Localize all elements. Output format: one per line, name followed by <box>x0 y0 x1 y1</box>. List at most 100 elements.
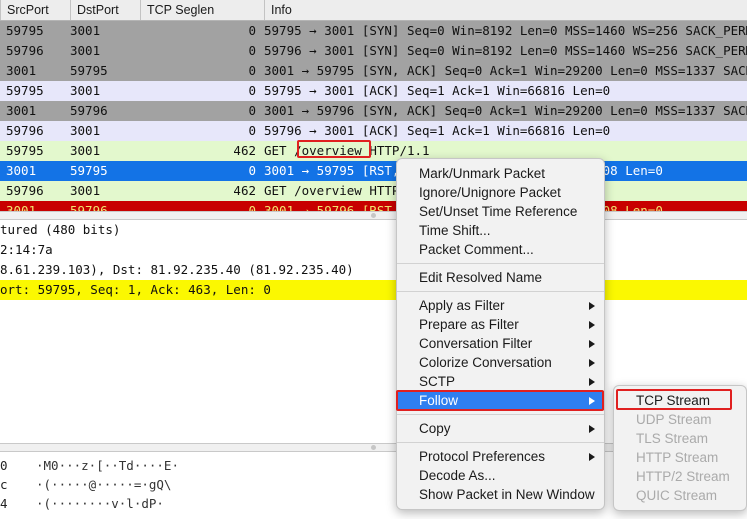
packet-cell-seglen: 0 <box>248 23 256 38</box>
packet-row[interactable]: 3001 59796 0 3001 → 59796 [SYN, ACK] Seq=0 … <box>0 101 747 121</box>
packet-cell-info: 3001 → 59795 [SYN, ACK] Seq=0 Ack=1 Win=… <box>264 63 747 78</box>
menu-item-label: Show Packet in New Window <box>419 487 595 502</box>
menu-item-label: SCTP <box>419 374 456 389</box>
packet-row[interactable]: 59796 3001 462 GET /overview HTTP/1.1 <box>0 181 747 201</box>
menu-item-label: TCP Stream <box>636 393 711 408</box>
bytes-offset: 0 <box>0 458 8 473</box>
packet-context-menu[interactable]: Mark/Unmark Packet Ignore/Unignore Packet… <box>396 158 605 510</box>
menu-item-label: Edit Resolved Name <box>419 270 543 285</box>
column-header-tcp-seglen[interactable]: TCP Seglen <box>140 0 264 20</box>
bytes-ascii: ·(········v·l·dP· <box>36 496 164 511</box>
column-header-dstport[interactable]: DstPort <box>70 0 140 20</box>
packet-row[interactable]: 3001 59795 0 3001 → 59795 [SYN, ACK] Seq=0 … <box>0 61 747 81</box>
menu-item-sctp[interactable]: SCTP <box>397 372 604 391</box>
submenu-arrow-icon <box>589 301 595 310</box>
packet-detail-pane[interactable]: tured (480 bits) 2:14:7a 8.61.239.103), Ds… <box>0 220 747 318</box>
menu-item-label: Ignore/Unignore Packet <box>419 185 561 200</box>
menu-separator <box>397 263 604 264</box>
menu-item-follow[interactable]: Follow <box>397 391 604 410</box>
submenu-arrow-icon <box>589 339 595 348</box>
packet-cell-seglen: 0 <box>248 63 256 78</box>
packet-cell-src: 59796 <box>6 123 44 138</box>
packet-cell-src: 3001 <box>6 63 37 78</box>
menu-item-decode-as[interactable]: Decode As... <box>397 466 604 485</box>
packet-cell-seglen: 0 <box>248 123 256 138</box>
packet-cell-seglen: 462 <box>233 183 256 198</box>
menu-item-label: Set/Unset Time Reference <box>419 204 578 219</box>
menu-item-protocol-preferences[interactable]: Protocol Preferences <box>397 447 604 466</box>
menu-item-label: Follow <box>419 393 459 408</box>
packet-cell-src: 59795 <box>6 143 44 158</box>
bytes-offset: 4 <box>0 496 8 511</box>
detail-row[interactable]: ort: 59795, Seq: 1, Ack: 463, Len: 0 <box>0 280 747 300</box>
packet-cell-src: 59796 <box>6 43 44 58</box>
menu-item-copy[interactable]: Copy <box>397 419 604 438</box>
packet-cell-src: 59795 <box>6 23 44 38</box>
menu-item-quic-stream: QUIC Stream <box>614 486 746 505</box>
packet-cell-src: 3001 <box>6 163 37 178</box>
menu-item-time-shift[interactable]: Time Shift... <box>397 221 604 240</box>
packet-row[interactable]: 30015979503001 → 59795 [RST, ACK] Seq=1 … <box>0 161 747 181</box>
menu-item-label: HTTP Stream <box>636 450 719 465</box>
submenu-arrow-icon <box>589 320 595 329</box>
packet-cell-seglen: 0 <box>248 163 256 178</box>
menu-item-http-2-stream: HTTP/2 Stream <box>614 467 746 486</box>
menu-item-mark-unmark-packet[interactable]: Mark/Unmark Packet <box>397 164 604 183</box>
menu-item-prepare-as-filter[interactable]: Prepare as Filter <box>397 315 604 334</box>
menu-item-label: Mark/Unmark Packet <box>419 166 546 181</box>
packet-cell-seglen: 0 <box>248 43 256 58</box>
detail-row[interactable]: tured (480 bits) <box>0 220 747 240</box>
packet-row[interactable]: 59796 3001 0 59796 → 3001 [SYN] Seq=0 Win=8… <box>0 41 747 61</box>
menu-item-ignore-unignore-packet[interactable]: Ignore/Unignore Packet <box>397 183 604 202</box>
detail-row[interactable]: 8.61.239.103), Dst: 81.92.235.40 (81.92.… <box>0 260 747 280</box>
packet-list-header: SrcPort DstPort TCP Seglen Info <box>0 0 747 21</box>
menu-item-show-packet-in-new-window[interactable]: Show Packet in New Window <box>397 485 604 504</box>
packet-row[interactable]: 59795 3001 462 GET /overview HTTP/1.1 <box>0 141 747 161</box>
bytes-ascii: ········· ···· <box>36 513 141 519</box>
menu-item-edit-resolved-name[interactable]: Edit Resolved Name <box>397 268 604 287</box>
menu-item-colorize-conversation[interactable]: Colorize Conversation <box>397 353 604 372</box>
packet-row[interactable]: 59795 3001 0 59795 → 3001 [SYN] Seq=0 Win=8… <box>0 21 747 41</box>
packet-row[interactable]: 59795 3001 0 59795 → 3001 [ACK] Seq=1 Ack=1… <box>0 81 747 101</box>
follow-submenu[interactable]: TCP Stream UDP Stream TLS Stream HTTP Strea… <box>613 385 747 511</box>
packet-list[interactable]: 59795 3001 0 59795 → 3001 [SYN] Seq=0 Win=8… <box>0 21 747 211</box>
menu-separator <box>397 291 604 292</box>
menu-item-label: Decode As... <box>419 468 496 483</box>
menu-item-label: Prepare as Filter <box>419 317 519 332</box>
menu-item-tcp-stream[interactable]: TCP Stream <box>614 391 746 410</box>
bytes-offset: c <box>0 477 8 492</box>
menu-item-label: HTTP/2 Stream <box>636 469 730 484</box>
submenu-arrow-icon <box>589 358 595 367</box>
splitter-grip <box>370 212 376 218</box>
packet-cell-src: 3001 <box>6 103 37 118</box>
menu-item-label: Colorize Conversation <box>419 355 552 370</box>
submenu-arrow-icon <box>589 424 595 433</box>
bytes-row[interactable]: ········· ···· <box>0 513 747 519</box>
packet-cell-dst: 59796 <box>70 103 108 118</box>
menu-item-http-stream: HTTP Stream <box>614 448 746 467</box>
packet-cell-dst: 3001 <box>70 83 101 98</box>
packet-row[interactable]: 30015979603001 → 59796 [RST, ACK] Seq=1 … <box>0 201 747 211</box>
packet-cell-dst: 59796 <box>70 203 108 211</box>
packet-cell-dst: 3001 <box>70 43 101 58</box>
packet-list-detail-splitter[interactable] <box>0 211 747 220</box>
detail-row[interactable]: 2:14:7a <box>0 240 747 260</box>
packet-cell-dst: 3001 <box>70 23 101 38</box>
menu-item-apply-as-filter[interactable]: Apply as Filter <box>397 296 604 315</box>
menu-item-label: Time Shift... <box>419 223 491 238</box>
menu-item-packet-comment[interactable]: Packet Comment... <box>397 240 604 259</box>
packet-cell-src: 3001 <box>6 203 37 211</box>
wireshark-window: SrcPort DstPort TCP Seglen Info 59795 3001 0 5… <box>0 0 747 519</box>
menu-item-conversation-filter[interactable]: Conversation Filter <box>397 334 604 353</box>
menu-item-label: Copy <box>419 421 451 436</box>
menu-separator <box>397 414 604 415</box>
packet-row[interactable]: 59796 3001 0 59796 → 3001 [ACK] Seq=1 Ack=1… <box>0 121 747 141</box>
menu-item-label: UDP Stream <box>636 412 712 427</box>
menu-item-label: QUIC Stream <box>636 488 718 503</box>
column-header-srcport[interactable]: SrcPort <box>0 0 70 20</box>
column-header-info[interactable]: Info <box>264 0 747 20</box>
packet-cell-dst: 59795 <box>70 63 108 78</box>
packet-cell-info: 3001 → 59796 [SYN, ACK] Seq=0 Ack=1 Win=… <box>264 103 747 118</box>
menu-item-set-unset-time-reference[interactable]: Set/Unset Time Reference <box>397 202 604 221</box>
packet-cell-info: 59795 → 3001 [SYN] Seq=0 Win=8192 Len=0 … <box>264 23 747 38</box>
